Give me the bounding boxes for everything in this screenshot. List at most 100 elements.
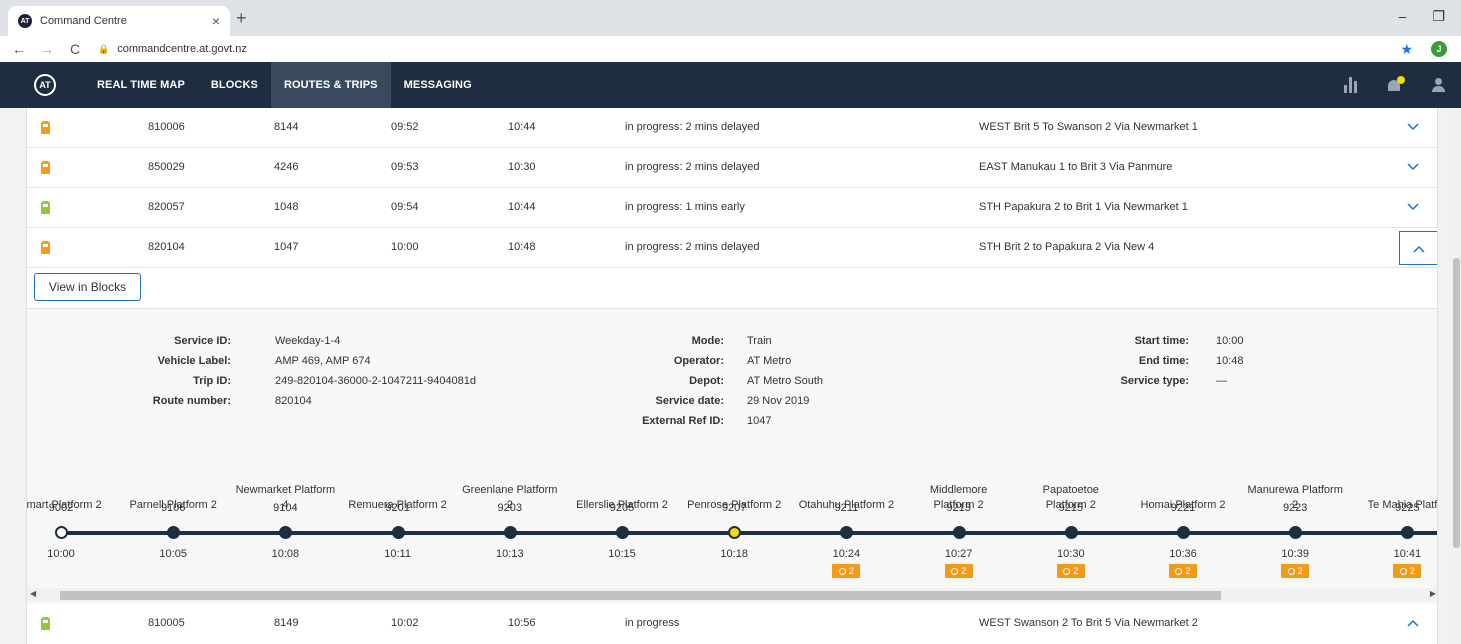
train-icon <box>41 241 50 254</box>
detail-label: Depot: <box>689 375 724 387</box>
collapse-row-button[interactable] <box>1399 231 1437 265</box>
route-number: 820057 <box>148 201 185 213</box>
stop-time: 10:11 <box>384 548 411 560</box>
delay-minutes: 2 <box>1073 566 1079 576</box>
end-time: 10:44 <box>508 201 536 213</box>
delay-badge: 2 <box>944 564 973 578</box>
stop-time: 10:41 <box>1393 548 1422 560</box>
stop-code: 9225 <box>1395 502 1420 514</box>
detail-label: Route number: <box>152 395 231 407</box>
train-icon <box>41 617 50 630</box>
notifications-bell-icon[interactable] <box>1387 75 1405 93</box>
stop-code: 9223 <box>1282 502 1308 514</box>
clock-icon <box>838 567 846 575</box>
stop-marker[interactable] <box>391 526 405 539</box>
address-bar: ← → C 🔒 commandcentre.at.govt.nz ★ J <box>0 36 1461 62</box>
stop-code: 9201 <box>385 502 410 514</box>
detail-value: 10:48 <box>1216 355 1244 367</box>
trip-number: 8144 <box>274 121 299 133</box>
stop-time: 10:39 <box>1281 548 1309 560</box>
detail-label: Trip ID: <box>193 375 231 387</box>
nav-real-time-map[interactable]: REAL TIME MAP <box>84 62 198 108</box>
detail-value: — <box>1216 375 1227 387</box>
expand-row-icon[interactable] <box>1406 200 1419 212</box>
favicon-icon: AT <box>18 14 32 28</box>
stop-code: 9211 <box>834 502 859 514</box>
trip-row[interactable]: 810006 8144 09:52 10:44 in progress: 2 mins … <box>27 108 1437 148</box>
route-description: WEST Swanson 2 To Brit 5 Via Newmarket 2 <box>979 617 1198 629</box>
stop-time: 10:27 <box>944 548 973 560</box>
stop-code: 9207 <box>721 502 747 514</box>
detail-value: Train <box>747 335 772 347</box>
browser-tab[interactable]: AT Command Centre × <box>8 6 230 36</box>
nav-messaging[interactable]: MESSAGING <box>391 62 485 108</box>
delay-badge: 2 <box>1281 564 1310 578</box>
url-field[interactable]: 🔒 commandcentre.at.govt.nz <box>98 43 247 55</box>
train-icon <box>41 201 50 214</box>
route-number: 810005 <box>148 617 185 629</box>
stop-code: 9205 <box>609 502 635 514</box>
profile-avatar[interactable]: J <box>1431 41 1447 57</box>
new-tab-button[interactable]: + <box>236 8 247 29</box>
stop-marker[interactable] <box>55 526 68 539</box>
nav-routes-trips[interactable]: ROUTES & TRIPS <box>270 62 391 108</box>
forward-icon[interactable]: → <box>38 41 56 57</box>
route-description: EAST Manukau 1 to Brit 3 Via Panmure <box>979 161 1173 173</box>
route-progress-line <box>61 531 1437 535</box>
delay-badge: 2 <box>832 564 861 578</box>
minimize-icon[interactable]: – <box>1399 8 1407 25</box>
trip-row[interactable]: 820104 1047 10:00 10:48 in progress: 2 mins … <box>27 228 1437 268</box>
user-account-icon[interactable] <box>1431 78 1445 92</box>
back-icon[interactable]: ← <box>10 41 28 57</box>
route-description: STH Brit 2 to Papakura 2 Via New 4 <box>979 241 1155 253</box>
stop-marker[interactable] <box>1064 526 1078 539</box>
delay-badge: 2 <box>1393 564 1422 578</box>
scrollbar-thumb[interactable] <box>60 591 1221 600</box>
close-tab-icon[interactable]: × <box>212 13 220 29</box>
stop-marker[interactable] <box>503 526 517 539</box>
start-time: 09:53 <box>391 161 419 173</box>
stop-time: 10:13 <box>496 548 524 560</box>
clock-icon <box>951 567 959 575</box>
at-logo[interactable]: AT <box>34 74 56 96</box>
stop-time: 10:24 <box>832 548 861 560</box>
browser-tab-bar: AT Command Centre × + – ❐ <box>0 0 1461 36</box>
vertical-scrollbar[interactable] <box>1451 108 1461 644</box>
stop-marker[interactable] <box>616 526 629 539</box>
trip-row[interactable]: 810005 8149 10:02 10:56 in progress WEST Swan… <box>27 604 1437 644</box>
stop-time: 10:15 <box>608 548 636 560</box>
route-number: 850029 <box>148 161 185 173</box>
delay-minutes: 2 <box>1409 566 1415 576</box>
delay-badge: 2 <box>1169 564 1197 578</box>
reload-icon[interactable]: C <box>66 41 84 57</box>
delay-minutes: 2 <box>848 566 854 576</box>
route-number: 810006 <box>148 121 185 133</box>
expand-row-icon[interactable] <box>1406 160 1419 172</box>
stop-marker[interactable] <box>1177 526 1190 539</box>
restore-icon[interactable]: ❐ <box>1432 8 1445 25</box>
bookmark-star-icon[interactable]: ★ <box>1400 41 1413 58</box>
scroll-right-icon[interactable]: ▶ <box>1430 589 1436 598</box>
analytics-icon[interactable] <box>1344 77 1357 93</box>
nav-blocks[interactable]: BLOCKS <box>198 62 271 108</box>
scroll-left-icon[interactable]: ◀ <box>30 589 36 598</box>
route-description: WEST Brit 5 To Swanson 2 Via Newmarket 1 <box>979 121 1198 133</box>
horizontal-scrollbar[interactable]: ◀ ▶ <box>27 588 1437 602</box>
start-time: 10:02 <box>391 617 419 629</box>
expand-row-icon[interactable] <box>1406 120 1419 132</box>
detail-label: End time: <box>1138 355 1189 367</box>
trip-row[interactable]: 850029 4246 09:53 10:30 in progress: 2 mins … <box>27 148 1437 188</box>
trip-row[interactable]: 820057 1048 09:54 10:44 in progress: 1 mins … <box>27 188 1437 228</box>
end-time: 10:48 <box>508 241 536 253</box>
detail-label: Mode: <box>691 335 724 347</box>
collapse-row-icon[interactable] <box>1406 616 1419 628</box>
trip-status: in progress: 1 mins early <box>625 201 745 213</box>
stop-code: 9203 <box>497 502 523 514</box>
trip-number: 8149 <box>274 617 299 629</box>
end-time: 10:56 <box>508 617 536 629</box>
stop-marker[interactable] <box>952 526 966 539</box>
delay-badge: 2 <box>1056 564 1085 578</box>
detail-label: Vehicle Label: <box>157 355 231 367</box>
view-in-blocks-button[interactable]: View in Blocks <box>34 273 141 301</box>
vertical-scrollbar-thumb[interactable] <box>1453 258 1460 548</box>
